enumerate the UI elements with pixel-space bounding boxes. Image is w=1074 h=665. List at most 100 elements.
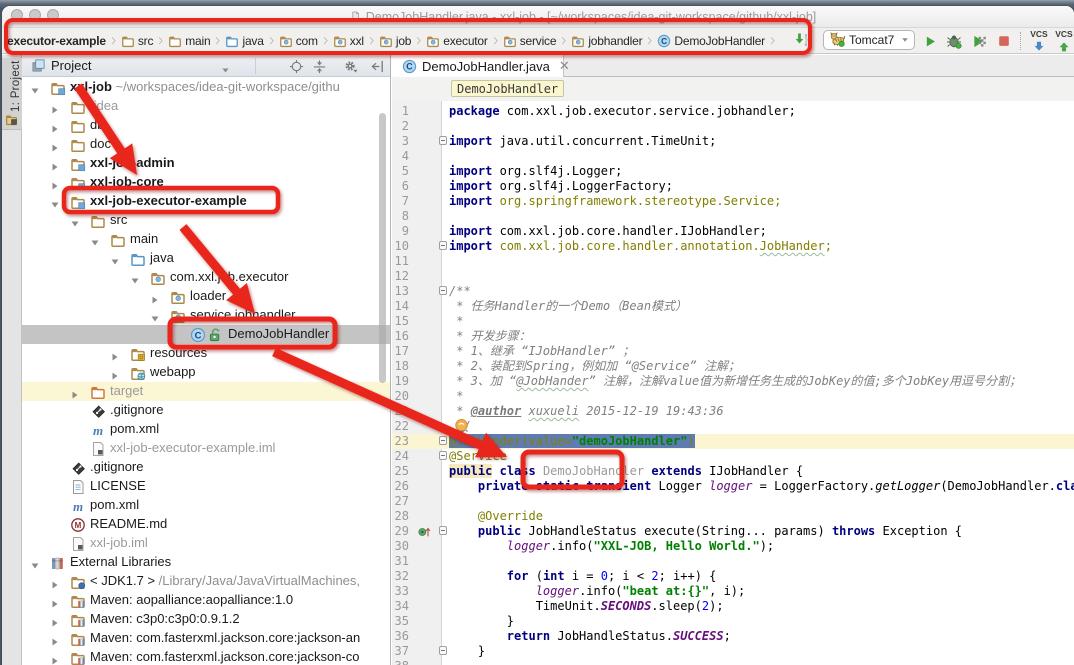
- code-line-24[interactable]: @Service: [449, 449, 1074, 464]
- breadcrumb-item-service[interactable]: service: [503, 34, 557, 48]
- code-line-15[interactable]: *: [449, 314, 1074, 329]
- code-line-38[interactable]: [449, 659, 1074, 665]
- fold-marker[interactable]: [439, 526, 447, 535]
- code-line-14[interactable]: * 任务Handler的一个Demo（Bean模式）: [449, 299, 1074, 314]
- fold-marker[interactable]: [439, 451, 447, 460]
- tree-row-xxl-job-admin[interactable]: xxl-job-admin: [22, 154, 390, 173]
- run-button[interactable]: [921, 33, 939, 49]
- code-line-25[interactable]: public class DemoJobHandler extends IJob…: [449, 464, 1074, 479]
- tree-row-idea[interactable]: .idea: [22, 97, 390, 116]
- intention-bulb-icon[interactable]: [453, 417, 470, 436]
- breadcrumb-item-main[interactable]: main: [168, 34, 210, 48]
- code-line-20[interactable]: *: [449, 389, 1074, 404]
- close-tab-icon[interactable]: ✕: [559, 61, 570, 71]
- tree-row-xxl-job-executor-example-iml[interactable]: xxl-job-executor-example.iml: [22, 439, 390, 458]
- tree-row-xxl-job[interactable]: xxl-job ~/workspaces/idea-git-workspace/…: [22, 78, 390, 97]
- tree-scrollbar[interactable]: [379, 113, 386, 383]
- code-line-16[interactable]: * 开发步骤：: [449, 329, 1074, 344]
- code-line-19[interactable]: * 3、加 “@JobHander” 注解，注解value值为新增任务生成的Jo…: [449, 374, 1074, 389]
- tree-row-main[interactable]: main: [22, 230, 390, 249]
- override-method-gutter-icon[interactable]: [416, 525, 433, 539]
- tree-row-gitignore[interactable]: .gitignore: [22, 458, 390, 477]
- code-line-30[interactable]: logger.info("XXL-JOB, Hello World.");: [449, 539, 1074, 554]
- code-line-26[interactable]: private static transient Logger logger =…: [449, 479, 1074, 494]
- tree-row-maven-com-fasterxml-jackson-core-jackson-co[interactable]: Maven: com.fasterxml.jackson.core:jackso…: [22, 648, 390, 665]
- fold-marker[interactable]: [439, 241, 447, 250]
- locate-file-button[interactable]: [287, 58, 305, 74]
- breadcrumb-item-com[interactable]: com: [279, 34, 318, 48]
- fold-marker[interactable]: [439, 286, 447, 295]
- code-line-18[interactable]: * 2、装配到Spring，例如加 “@Service” 注解；: [449, 359, 1074, 374]
- code-line-5[interactable]: import org.slf4j.Logger;: [449, 164, 1074, 179]
- tree-row-demojobhandler[interactable]: CDemoJobHandler: [22, 325, 390, 344]
- code-line-35[interactable]: }: [449, 614, 1074, 629]
- tree-collapse-arrow[interactable]: [50, 653, 60, 665]
- code-line-28[interactable]: @Override: [449, 509, 1074, 524]
- run-with-coverage-button[interactable]: [970, 33, 988, 49]
- tree-row-gitignore[interactable]: .gitignore: [22, 401, 390, 420]
- code-line-34[interactable]: TimeUnit.SECONDS.sleep(2);: [449, 599, 1074, 614]
- tree-row-xxl-job-core[interactable]: xxl-job-core: [22, 173, 390, 192]
- fold-marker[interactable]: [439, 136, 447, 145]
- breadcrumb-item-jobhandler[interactable]: jobhandler: [571, 34, 642, 48]
- tree-row-db[interactable]: db: [22, 116, 390, 135]
- tree-row-xxl-job-iml[interactable]: xxl-job.iml: [22, 534, 390, 553]
- code-line-4[interactable]: [449, 149, 1074, 164]
- code-line-33[interactable]: logger.info("beat at:{}", i);: [449, 584, 1074, 599]
- tree-row-java[interactable]: java: [22, 249, 390, 268]
- hide-panel-button[interactable]: [368, 58, 386, 74]
- tree-row-pom-xml[interactable]: mpom.xml: [22, 420, 390, 439]
- tree-row-license[interactable]: LICENSE: [22, 477, 390, 496]
- code-line-8[interactable]: [449, 209, 1074, 224]
- code-line-31[interactable]: [449, 554, 1074, 569]
- tree-row-resources[interactable]: resources: [22, 344, 390, 363]
- vcs-commit-button[interactable]: VCS: [1053, 30, 1074, 52]
- tree-row-jdk1-7[interactable]: < JDK1.7 > /Library/Java/JavaVirtualMach…: [22, 572, 390, 591]
- breadcrumb-item-src[interactable]: src: [121, 34, 153, 48]
- code-line-37[interactable]: }: [449, 644, 1074, 659]
- code-line-22[interactable]: */: [449, 419, 1074, 434]
- breadcrumb-item-java[interactable]: java: [225, 34, 263, 48]
- tree-row-pom-xml[interactable]: mpom.xml: [22, 496, 390, 515]
- breadcrumb-item-executor-example[interactable]: executor-example: [7, 34, 106, 48]
- tree-row-service-jobhandler[interactable]: service.jobhandler: [22, 306, 390, 325]
- code-line-7[interactable]: import org.springframework.stereotype.Se…: [449, 194, 1074, 209]
- tree-row-target[interactable]: target: [22, 382, 390, 401]
- code-line-9[interactable]: import com.xxl.job.core.handler.IJobHand…: [449, 224, 1074, 239]
- tree-row-external-libraries[interactable]: External Libraries: [22, 553, 390, 572]
- fold-marker[interactable]: [439, 646, 447, 655]
- bytecode-arrow-icon[interactable]: 011001: [793, 32, 811, 48]
- code-line-32[interactable]: for (int i = 0; i < 2; i++) {: [449, 569, 1074, 584]
- tree-row-xxl-job-executor-example[interactable]: xxl-job-executor-example: [22, 192, 390, 211]
- code-line-23[interactable]: @JobHander(value="demoJobHandler"): [449, 434, 1074, 449]
- tree-row-loader[interactable]: loader: [22, 287, 390, 306]
- tree-row-com-xxl-job-executor[interactable]: com.xxl.job.executor: [22, 268, 390, 287]
- breadcrumb-item-xxl[interactable]: xxl: [333, 34, 364, 48]
- code-line-10[interactable]: import com.xxl.job.core.handler.annotati…: [449, 239, 1074, 254]
- project-stripe-tab[interactable]: 1: Project: [2, 58, 22, 130]
- tree-row-src[interactable]: src: [22, 211, 390, 230]
- code-line-11[interactable]: [449, 254, 1074, 269]
- stop-button[interactable]: [995, 33, 1013, 49]
- breadcrumb-item-demojobhandler[interactable]: CDemoJobHandler: [657, 34, 765, 48]
- code-line-17[interactable]: * 1、继承 “IJobHandler” ；: [449, 344, 1074, 359]
- debug-button[interactable]: [945, 33, 963, 49]
- tree-row-readme-md[interactable]: MREADME.md: [22, 515, 390, 534]
- code-line-2[interactable]: [449, 119, 1074, 134]
- code-line-3[interactable]: import java.util.concurrent.TimeUnit;: [449, 134, 1074, 149]
- tree-row-doc[interactable]: doc: [22, 135, 390, 154]
- tree-row-webapp[interactable]: webapp: [22, 363, 390, 382]
- editor-tab[interactable]: C DemoJobHandler.java ✕: [392, 55, 564, 77]
- code-line-12[interactable]: [449, 269, 1074, 284]
- code-line-21[interactable]: * @author xuxueli 2015-12-19 19:43:36: [449, 404, 1074, 419]
- fold-marker[interactable]: [439, 436, 447, 445]
- code-line-27[interactable]: [449, 494, 1074, 509]
- vcs-update-button[interactable]: VCS: [1028, 30, 1050, 52]
- tree-row-maven-com-fasterxml-jackson-core-jackson-an[interactable]: Maven: com.fasterxml.jackson.core:jackso…: [22, 629, 390, 648]
- collapse-all-button[interactable]: [310, 58, 328, 74]
- tree-row-maven-c3p0-c3p0-0-9-1-2[interactable]: Maven: c3p0:c3p0:0.9.1.2: [22, 610, 390, 629]
- breadcrumb-item-executor[interactable]: executor: [426, 34, 487, 48]
- code-area[interactable]: 1234567891011121314151617181920212223242…: [392, 101, 1074, 665]
- code-line-6[interactable]: import org.slf4j.LoggerFactory;: [449, 179, 1074, 194]
- breadcrumb-item-job[interactable]: job: [379, 34, 411, 48]
